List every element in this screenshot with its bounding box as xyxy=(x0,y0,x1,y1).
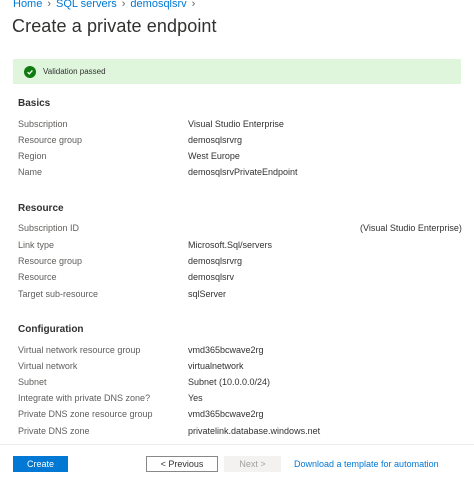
breadcrumb-home[interactable]: Home xyxy=(13,0,42,10)
summary-row: Resource group demosqlsrvrg xyxy=(18,135,463,148)
previous-button[interactable]: < Previous xyxy=(146,456,218,472)
row-label: Virtual network xyxy=(18,361,78,371)
row-label: Resource xyxy=(18,272,57,282)
row-label: Subscription ID xyxy=(18,223,80,233)
next-button[interactable]: Next > xyxy=(224,456,281,472)
row-value: Visual Studio Enterprise xyxy=(188,119,284,129)
summary-row: Link type Microsoft.Sql/servers xyxy=(18,240,463,253)
row-value: Microsoft.Sql/servers xyxy=(188,240,273,250)
row-label: Resource group xyxy=(18,135,83,145)
summary-row: Integrate with private DNS zone? Yes xyxy=(18,393,463,406)
create-button[interactable]: Create xyxy=(13,456,68,472)
row-value: demosqlsrvrg xyxy=(188,256,243,266)
breadcrumb-sql-servers[interactable]: SQL servers xyxy=(56,0,117,10)
row-label: Private DNS zone resource group xyxy=(18,409,153,419)
row-value: virtualnetwork xyxy=(188,361,244,371)
breadcrumb-demosqlsrv[interactable]: demosqlsrv xyxy=(130,0,186,10)
summary-row: Subscription Visual Studio Enterprise xyxy=(18,119,463,132)
row-value: demosqlsrvPrivateEndpoint xyxy=(188,167,298,177)
footer-divider xyxy=(0,444,474,445)
row-value: demosqlsrvrg xyxy=(188,135,243,145)
summary-row: Region West Europe xyxy=(18,151,463,164)
row-label: Subnet xyxy=(18,377,47,387)
summary-row: Target sub-resource sqlServer xyxy=(18,289,463,302)
chevron-right-icon: › xyxy=(191,0,196,10)
page-title: Create a private endpoint xyxy=(12,16,217,36)
row-label: Virtual network resource group xyxy=(18,345,141,355)
row-value: vmd365bcwave2rg xyxy=(188,409,264,419)
row-value: demosqlsrv xyxy=(188,272,235,282)
section-heading-configuration: Configuration xyxy=(18,324,84,335)
chevron-right-icon: › xyxy=(121,0,126,10)
row-value: West Europe xyxy=(188,151,240,161)
summary-row: Resource group demosqlsrvrg xyxy=(18,256,463,269)
row-value: Yes xyxy=(188,393,203,403)
row-label: Subscription xyxy=(18,119,68,129)
summary-row: Name demosqlsrvPrivateEndpoint xyxy=(18,167,463,180)
download-template-link[interactable]: Download a template for automation xyxy=(294,459,439,469)
validation-banner: Validation passed xyxy=(13,59,461,84)
summary-row: Subscription ID (Visual Studio Enterpris… xyxy=(18,223,463,236)
summary-row: Private DNS zone resource group vmd365bc… xyxy=(18,409,463,422)
row-value: sqlServer xyxy=(188,289,227,299)
section-heading-basics: Basics xyxy=(18,98,51,109)
summary-row: Subnet Subnet (10.0.0.0/24) xyxy=(18,377,463,390)
row-label: Name xyxy=(18,167,43,177)
summary-row: Private DNS zone privatelink.database.wi… xyxy=(18,426,463,439)
row-value: vmd365bcwave2rg xyxy=(188,345,264,355)
validation-text: Validation passed xyxy=(43,67,106,76)
row-label: Link type xyxy=(18,240,55,250)
breadcrumb: Home › SQL servers › demosqlsrv › xyxy=(13,0,200,11)
chevron-right-icon: › xyxy=(47,0,52,10)
row-label: Resource group xyxy=(18,256,83,266)
row-label: Private DNS zone xyxy=(18,426,90,436)
row-value: privatelink.database.windows.net xyxy=(188,426,321,436)
check-circle-icon xyxy=(24,65,36,78)
row-label: Target sub-resource xyxy=(18,289,99,299)
row-value: (Visual Studio Enterprise) xyxy=(360,223,462,233)
row-label: Integrate with private DNS zone? xyxy=(18,393,151,403)
summary-row: Resource demosqlsrv xyxy=(18,272,463,285)
row-value: Subnet (10.0.0.0/24) xyxy=(188,377,271,387)
row-label: Region xyxy=(18,151,47,161)
summary-row: Virtual network resource group vmd365bcw… xyxy=(18,345,463,358)
section-heading-resource: Resource xyxy=(18,203,64,214)
summary-row: Virtual network virtualnetwork xyxy=(18,361,463,374)
